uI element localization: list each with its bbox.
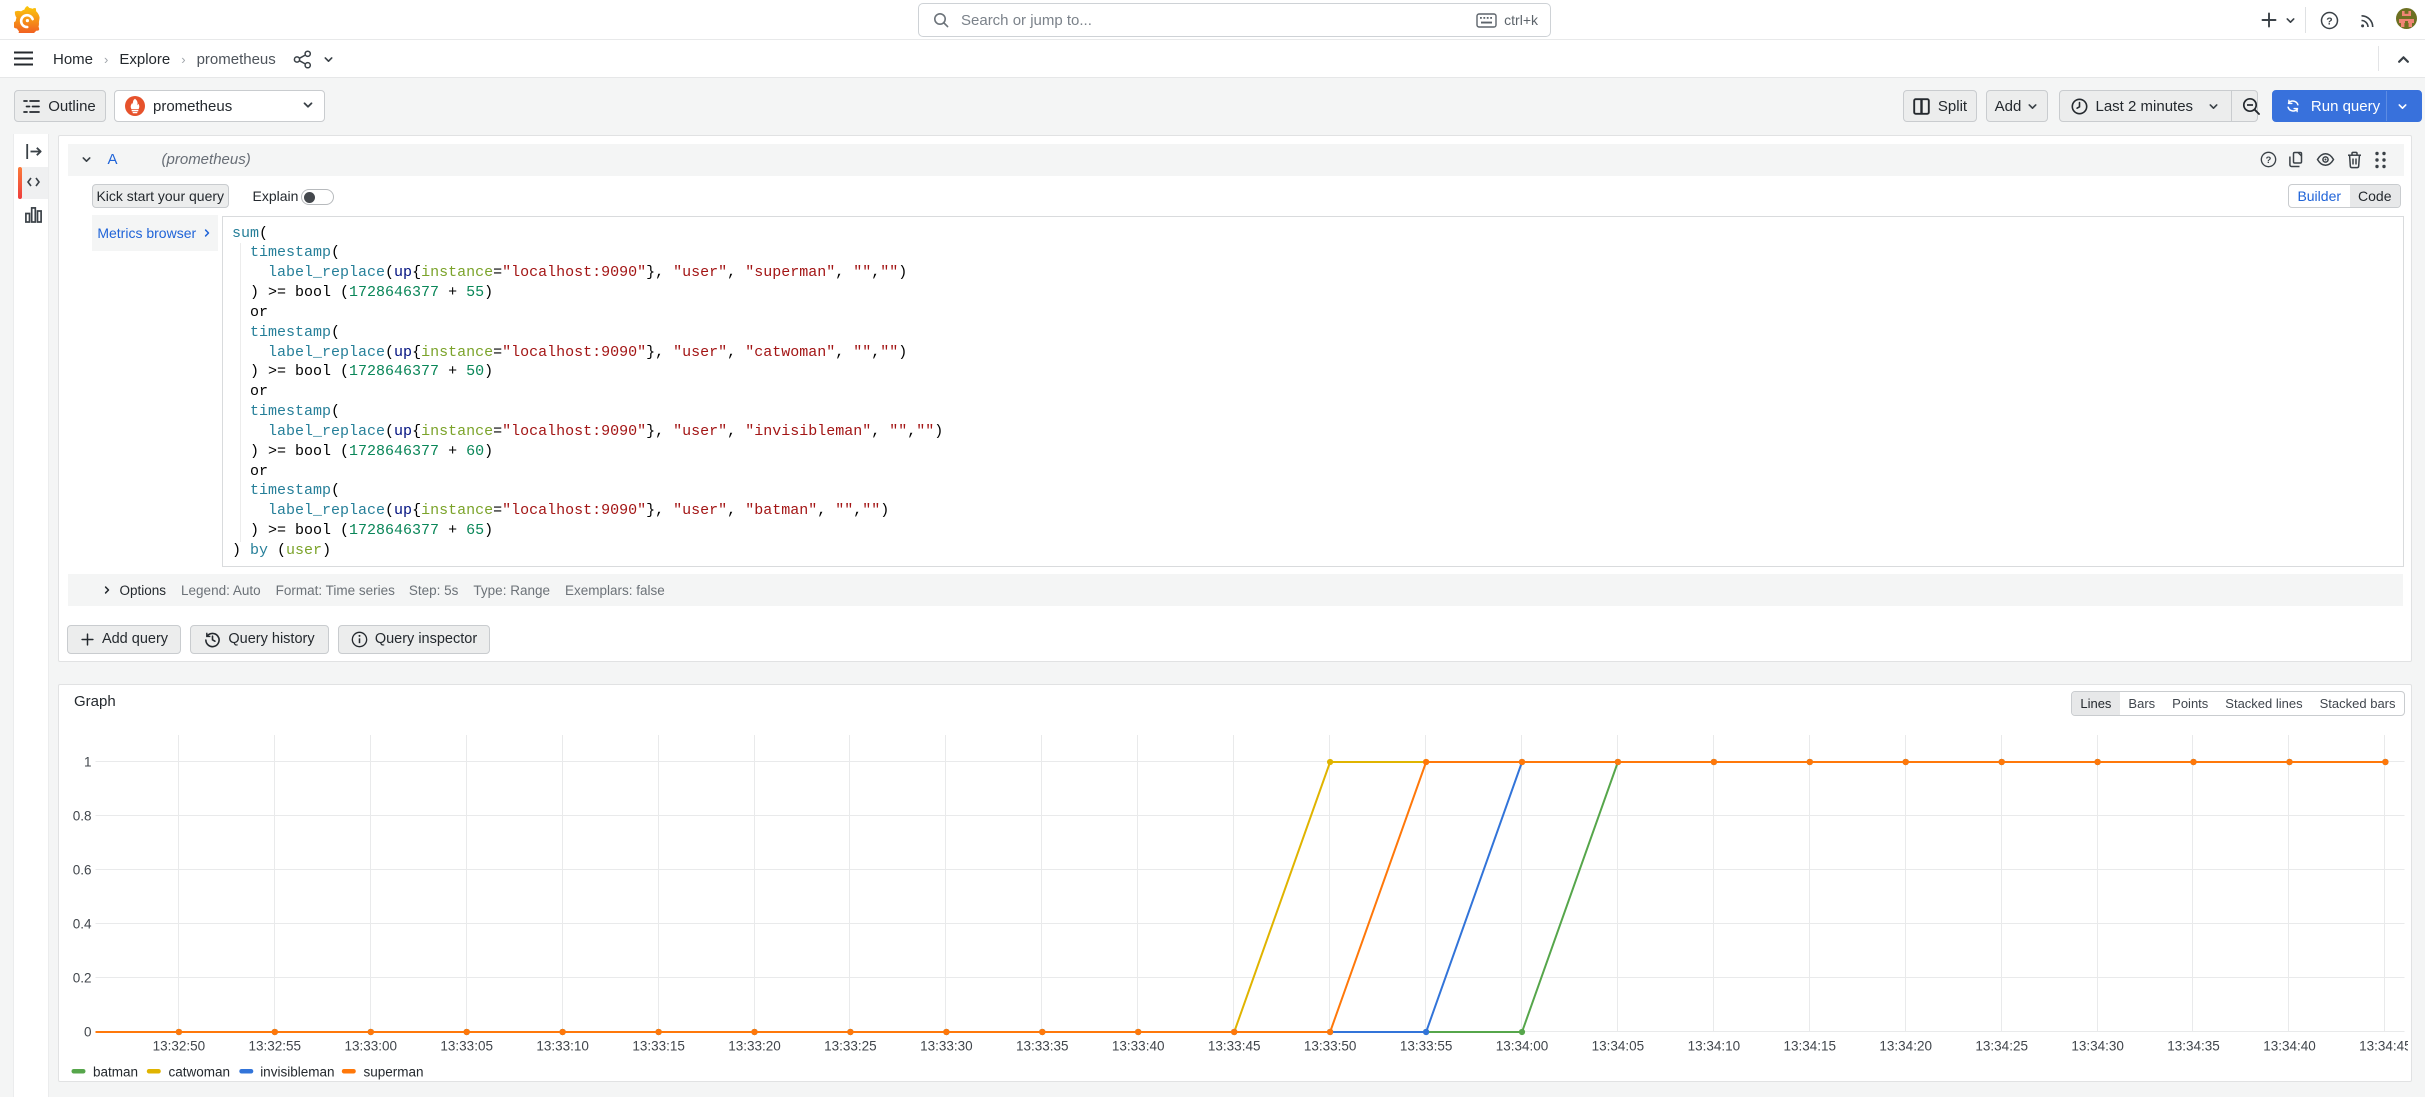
svg-text:invisibleman: invisibleman	[260, 1065, 334, 1080]
svg-text:13:33:50: 13:33:50	[1303, 1039, 1356, 1054]
svg-text:13:33:00: 13:33:00	[344, 1039, 397, 1054]
svg-text:0: 0	[83, 1025, 91, 1040]
svg-text:13:33:40: 13:33:40	[1111, 1039, 1164, 1054]
svg-text:13:34:35: 13:34:35	[2167, 1039, 2220, 1054]
svg-text:13:33:55: 13:33:55	[1399, 1039, 1452, 1054]
svg-text:superman: superman	[363, 1065, 423, 1080]
svg-text:1: 1	[83, 755, 91, 770]
svg-text:13:33:05: 13:33:05	[440, 1039, 493, 1054]
svg-text:?: ?	[2265, 154, 2271, 165]
svg-text:13:34:40: 13:34:40	[2263, 1039, 2316, 1054]
svg-text:13:33:20: 13:33:20	[728, 1039, 781, 1054]
svg-text:batman: batman	[93, 1065, 138, 1080]
svg-text:13:33:10: 13:33:10	[536, 1039, 589, 1054]
svg-text:13:34:10: 13:34:10	[1687, 1039, 1740, 1054]
svg-text:13:33:45: 13:33:45	[1207, 1039, 1260, 1054]
svg-text:13:33:15: 13:33:15	[632, 1039, 685, 1054]
svg-text:13:34:30: 13:34:30	[2071, 1039, 2124, 1054]
svg-text:?: ?	[2326, 15, 2332, 27]
svg-text:13:33:35: 13:33:35	[1016, 1039, 1069, 1054]
svg-text:0.8: 0.8	[72, 809, 91, 824]
svg-text:13:34:25: 13:34:25	[1975, 1039, 2028, 1054]
svg-text:13:33:30: 13:33:30	[920, 1039, 973, 1054]
svg-text:13:34:45: 13:34:45	[2359, 1039, 2408, 1054]
svg-text:0.4: 0.4	[72, 917, 91, 932]
svg-text:catwoman: catwoman	[168, 1065, 230, 1080]
svg-text:0.2: 0.2	[72, 971, 91, 986]
svg-text:0.6: 0.6	[72, 863, 91, 878]
svg-text:13:32:55: 13:32:55	[248, 1039, 301, 1054]
svg-text:13:33:25: 13:33:25	[824, 1039, 877, 1054]
svg-text:13:34:05: 13:34:05	[1591, 1039, 1644, 1054]
svg-text:13:34:15: 13:34:15	[1783, 1039, 1836, 1054]
svg-text:13:34:20: 13:34:20	[1879, 1039, 1932, 1054]
svg-text:13:34:00: 13:34:00	[1495, 1039, 1548, 1054]
svg-text:13:32:50: 13:32:50	[152, 1039, 205, 1054]
